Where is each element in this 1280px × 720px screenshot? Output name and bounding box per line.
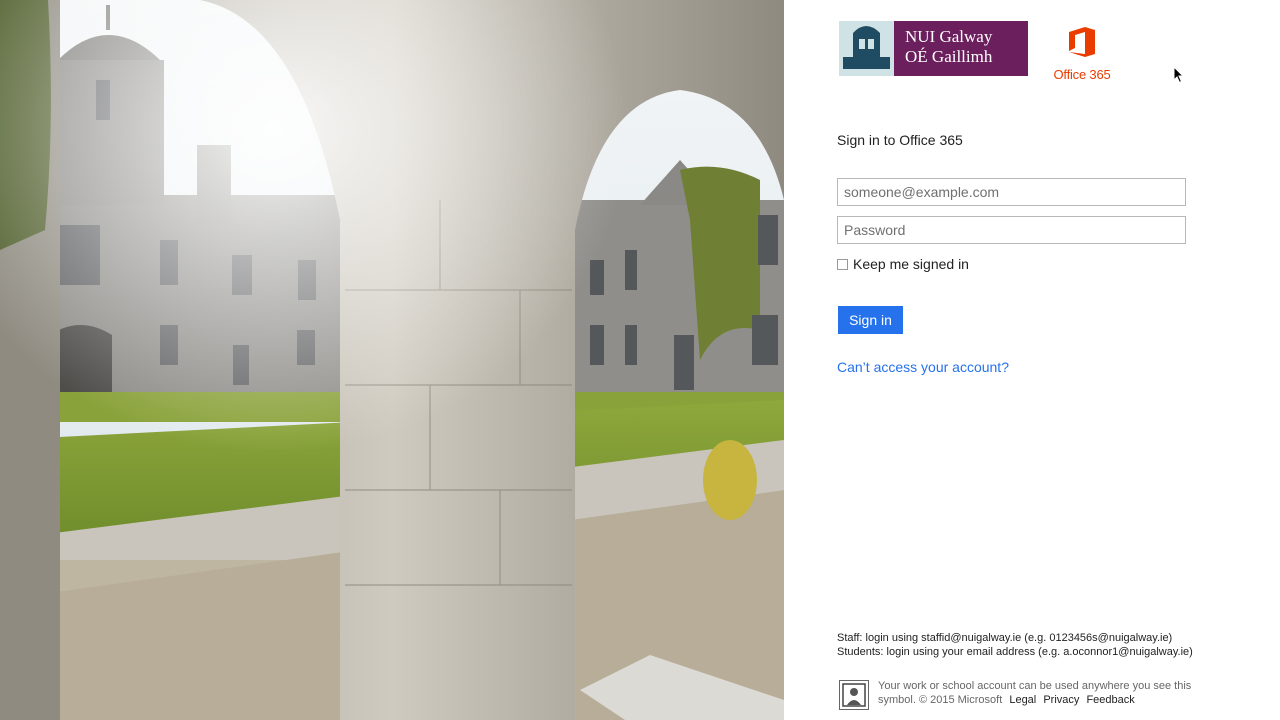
cant-access-account-link[interactable]: Can’t access your account? [837, 359, 1009, 375]
sign-in-button[interactable]: Sign in [838, 306, 903, 334]
mouse-cursor-icon [1173, 66, 1185, 84]
privacy-link[interactable]: Privacy [1043, 694, 1079, 706]
password-input[interactable] [837, 216, 1186, 244]
keep-signed-in-checkbox[interactable] [837, 258, 848, 270]
university-name-irish: OÉ Gaillimh [905, 47, 993, 66]
keep-signed-in-label: Keep me signed in [853, 256, 969, 272]
background-photo [0, 0, 784, 720]
legal-link[interactable]: Legal [1009, 694, 1036, 706]
keep-signed-in-option[interactable]: Keep me signed in [837, 256, 969, 272]
sign-in-panel: NUI Galway OÉ Gaillimh Office 365 Sign i… [784, 0, 1280, 720]
email-input[interactable] [837, 178, 1186, 206]
university-crest-icon [839, 21, 894, 76]
footer-text: Your work or school account can be used … [878, 680, 1198, 707]
student-instruction: Students: login using your email address… [837, 645, 1193, 658]
nui-galway-wordmark: NUI Galway OÉ Gaillimh [894, 21, 1028, 76]
university-name-english: NUI Galway [905, 27, 993, 46]
office-365-label: Office 365 [1053, 67, 1111, 82]
feedback-link[interactable]: Feedback [1086, 694, 1134, 706]
nui-galway-logo: NUI Galway OÉ Gaillimh [839, 21, 1028, 76]
footer: Your work or school account can be used … [839, 680, 1198, 710]
staff-instruction: Staff: login using staffid@nuigalway.ie … [837, 632, 1173, 644]
sign-in-title: Sign in to Office 365 [837, 132, 963, 148]
login-instructions: Staff: login using staffid@nuigalway.ie … [837, 632, 1193, 659]
office-logo-icon [1069, 27, 1095, 57]
office-account-symbol-icon [839, 680, 869, 710]
quadrangle-archway-illustration [0, 0, 784, 720]
office-365-logo: Office 365 [1050, 26, 1114, 82]
